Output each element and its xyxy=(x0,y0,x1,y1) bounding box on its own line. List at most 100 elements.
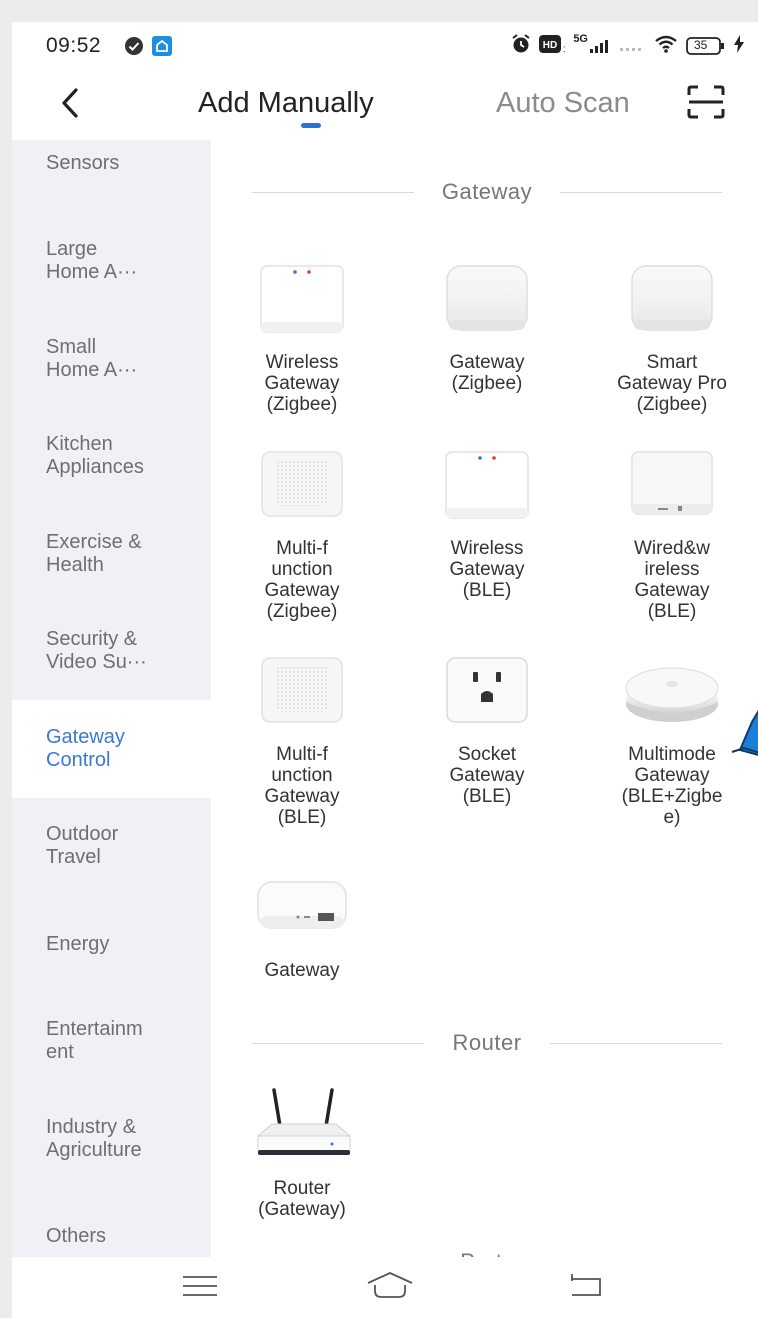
top-header: Add Manually Auto Scan xyxy=(12,70,758,140)
device-label: Socket Gateway (BLE) xyxy=(449,744,525,807)
back-nav-button[interactable] xyxy=(566,1271,606,1301)
divider xyxy=(560,191,723,193)
network-type: 5G xyxy=(573,32,588,45)
section-title: Parts xyxy=(432,1249,542,1257)
section-header-gateway: Gateway xyxy=(252,178,723,206)
battery-icon: 35 xyxy=(686,36,726,55)
device-list: Gateway Wireless Gateway (Zigbee) Gatewa… xyxy=(211,140,758,1257)
sidebar-item-label: Large Home A··· xyxy=(46,238,138,283)
sidebar-item-label: Entertainm ent xyxy=(46,1018,143,1063)
router-icon xyxy=(252,1088,352,1168)
device-card-multi-function-gateway-zigbee[interactable]: Multi-f unction Gateway (Zigbee) xyxy=(211,448,397,622)
device-label: Multi-f unction Gateway (BLE) xyxy=(264,744,340,828)
sidebar-item-small-home-appliances[interactable]: Small Home A··· xyxy=(12,310,211,408)
sidebar-item-security-video[interactable]: Security & Video Su··· xyxy=(12,602,211,700)
cellular-signal-2-icon xyxy=(620,37,646,54)
round-hub-icon xyxy=(622,654,722,734)
device-label: Smart Gateway Pro (Zigbee) xyxy=(617,352,727,415)
return-icon xyxy=(571,1274,601,1296)
sidebar-item-entertainment[interactable]: Entertainm ent xyxy=(12,992,211,1090)
sidebar-item-label: Small Home A··· xyxy=(46,336,138,381)
sidebar-item-label: Energy xyxy=(46,932,110,955)
device-label: Wireless Gateway (Zigbee) xyxy=(264,352,340,415)
sidebar-item-industry-agriculture[interactable]: Industry & Agriculture xyxy=(12,1090,211,1188)
active-tab-indicator xyxy=(301,123,321,128)
device-card-socket-gateway-ble[interactable]: Socket Gateway (BLE) xyxy=(392,654,582,807)
sidebar-item-sensors[interactable]: Sensors xyxy=(12,140,211,212)
sidebar-item-label: Kitchen Appliances xyxy=(46,433,144,478)
battery-level: 35 xyxy=(694,37,708,52)
section-title: Gateway xyxy=(441,179,533,204)
sidebar-item-energy[interactable]: Energy xyxy=(12,895,211,993)
home-button[interactable] xyxy=(366,1271,413,1301)
system-navigation-bar xyxy=(12,1257,758,1318)
flat-gateway-icon xyxy=(252,870,352,950)
wireless-gateway-icon xyxy=(252,262,352,342)
device-card-gateway[interactable]: Gateway xyxy=(211,870,397,981)
section-title: Router xyxy=(452,1030,522,1055)
menu-button[interactable] xyxy=(180,1271,220,1301)
device-card-router-gateway[interactable]: Router (Gateway) xyxy=(211,1088,397,1220)
home-icon xyxy=(367,1272,413,1298)
category-sidebar: Sensors Large Home A··· Small Home A··· … xyxy=(12,140,211,1257)
sidebar-item-label: Outdoor Travel xyxy=(46,823,119,868)
sidebar-item-label: Sensors xyxy=(46,151,120,174)
check-circle-icon xyxy=(124,36,144,61)
device-card-smart-gateway-pro-zigbee[interactable]: Smart Gateway Pro (Zigbee) xyxy=(577,262,758,415)
tab-add-manually[interactable]: Add Manually xyxy=(198,87,374,120)
menu-icon xyxy=(183,1276,217,1296)
device-label: Wired&w ireless Gateway (BLE) xyxy=(633,538,710,622)
hd-icon: HD 1 xyxy=(539,35,568,56)
speaker-grille-gateway-icon xyxy=(252,654,352,734)
alarm-icon xyxy=(511,34,531,57)
sidebar-item-label: Security & Video Su··· xyxy=(46,628,147,673)
divider xyxy=(252,191,414,193)
sidebar-item-gateway-control[interactable]: Gateway Control xyxy=(12,700,211,798)
speaker-grille-gateway-icon xyxy=(252,448,352,528)
floating-assistant-icon[interactable] xyxy=(730,692,758,772)
svg-text:1: 1 xyxy=(563,45,565,53)
device-card-multi-function-gateway-ble[interactable]: Multi-f unction Gateway (BLE) xyxy=(211,654,397,828)
svg-text:HD: HD xyxy=(543,40,557,51)
device-label: Router (Gateway) xyxy=(258,1178,346,1220)
section-header-parts: Parts xyxy=(252,1248,722,1257)
wireless-gateway-icon xyxy=(437,448,537,528)
device-label: Multi-f unction Gateway (Zigbee) xyxy=(264,538,340,622)
sidebar-item-kitchen-appliances[interactable]: Kitchen Appliances xyxy=(12,407,211,505)
scan-icon xyxy=(687,85,725,119)
wired-gateway-icon xyxy=(622,448,722,528)
wifi-icon xyxy=(654,34,678,57)
sidebar-item-label: Exercise & Health xyxy=(46,531,142,576)
sidebar-item-label: Gateway Control xyxy=(46,726,125,771)
status-bar: 09:52 HD 1 5G 35 xyxy=(12,22,758,70)
phone-screen: 09:52 HD 1 5G 35 xyxy=(12,22,758,1318)
gateway-square-icon xyxy=(622,262,722,342)
socket-gateway-icon xyxy=(437,654,537,734)
cellular-signal-icon: 5G xyxy=(573,33,612,53)
device-label: Gateway (Zigbee) xyxy=(449,352,525,394)
device-label: Wireless Gateway (BLE) xyxy=(449,538,525,601)
sidebar-item-outdoor-travel[interactable]: Outdoor Travel xyxy=(12,797,211,895)
status-time: 09:52 xyxy=(46,34,102,57)
sidebar-item-others[interactable]: Others xyxy=(12,1187,211,1257)
scan-button[interactable] xyxy=(686,84,726,120)
back-arrow-icon xyxy=(62,88,78,118)
back-button[interactable] xyxy=(56,86,84,120)
gateway-square-icon xyxy=(437,262,537,342)
status-icons: HD 1 5G 35 xyxy=(511,33,744,57)
sidebar-item-exercise-health[interactable]: Exercise & Health xyxy=(12,505,211,603)
tab-auto-scan[interactable]: Auto Scan xyxy=(496,87,630,120)
section-header-router: Router xyxy=(252,1029,723,1057)
sidebar-item-label: Others xyxy=(46,1224,107,1247)
device-card-wired-wireless-gateway-ble[interactable]: Wired&w ireless Gateway (BLE) xyxy=(577,448,758,622)
home-app-icon xyxy=(152,36,172,61)
device-card-wireless-gateway-ble[interactable]: Wireless Gateway (BLE) xyxy=(392,448,582,601)
device-label: Gateway xyxy=(264,960,340,981)
divider xyxy=(549,1042,723,1044)
divider xyxy=(252,1042,425,1044)
charging-icon xyxy=(734,35,744,56)
sidebar-item-label: Industry & Agriculture xyxy=(46,1116,142,1161)
sidebar-item-large-home-appliances[interactable]: Large Home A··· xyxy=(12,212,211,310)
device-card-gateway-zigbee[interactable]: Gateway (Zigbee) xyxy=(392,262,582,394)
device-card-wireless-gateway-zigbee[interactable]: Wireless Gateway (Zigbee) xyxy=(211,262,397,415)
